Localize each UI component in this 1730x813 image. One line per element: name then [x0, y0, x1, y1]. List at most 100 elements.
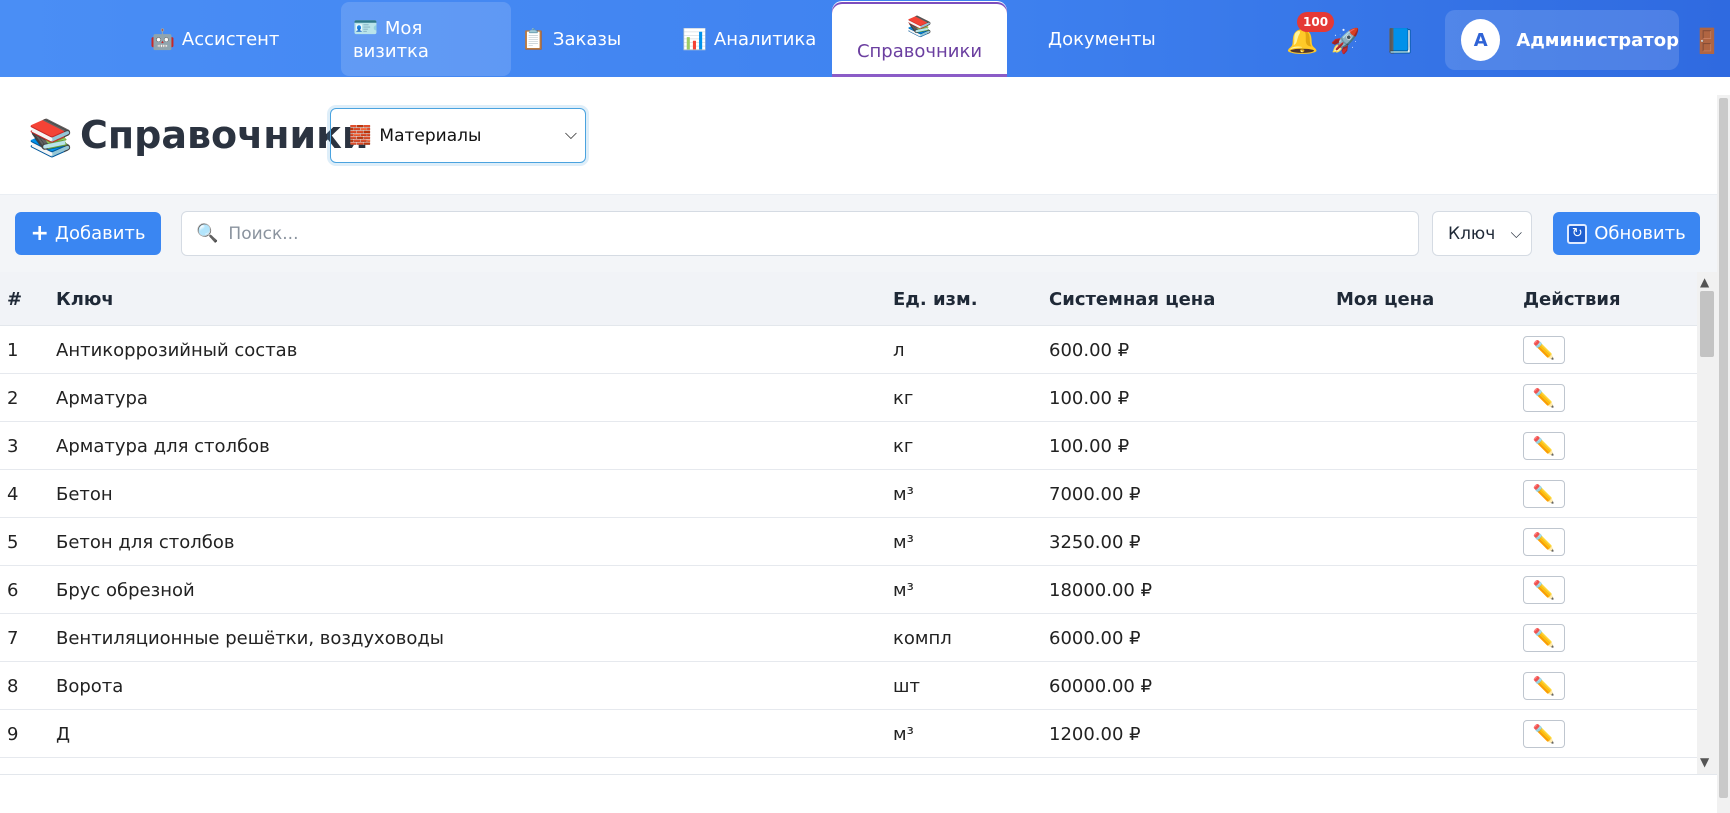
row-actions: ✏️: [1523, 422, 1565, 470]
table-row: 7 Вентиляционные решётки, воздуховоды комп…: [0, 614, 1697, 662]
pencil-icon: ✏️: [1532, 723, 1556, 745]
nav-assistant[interactable]: 🤖 Ассистент: [150, 2, 279, 76]
chevron-down-icon: ⌵: [1510, 224, 1522, 242]
page-title: Справочники: [80, 113, 369, 157]
row-key: Арматура: [56, 387, 148, 409]
edit-button[interactable]: ✏️: [1523, 672, 1565, 700]
row-unit: м³: [893, 579, 914, 601]
nav-documents-label: Документы: [1048, 28, 1156, 50]
toolbar: + Добавить 🔍 Ключ ⌵ ↻ Обновить: [0, 195, 1730, 272]
table-row: 5 Бетон для столбов м³ 3250.00 ₽ ✏️: [0, 518, 1697, 566]
row-actions: ✏️: [1523, 518, 1565, 566]
chevron-down-icon: ⌵: [564, 124, 577, 143]
user-menu[interactable]: А Администратор: [1445, 10, 1679, 70]
nav-orders-label: Заказы: [552, 28, 622, 50]
column-header-number: #: [7, 288, 23, 310]
pencil-icon: ✏️: [1532, 627, 1556, 649]
row-number: 8: [7, 675, 19, 697]
row-key: Брус обрезной: [56, 579, 195, 601]
scroll-up-arrow-icon[interactable]: ▲: [1700, 275, 1709, 289]
edit-button[interactable]: ✏️: [1523, 480, 1565, 508]
table-footer-area: [0, 774, 1717, 813]
page-header: 📚 Справочники 🧱 Материалы ⌵: [0, 77, 1730, 195]
page-scrollbar-thumb[interactable]: [1719, 98, 1728, 798]
row-system-price: 60000.00 ₽: [1049, 675, 1153, 697]
nav-analytics-label: Аналитика: [713, 28, 817, 50]
nav-assistant-label: Ассистент: [181, 28, 280, 50]
edit-button[interactable]: ✏️: [1523, 576, 1565, 604]
row-actions: ✏️: [1523, 326, 1565, 374]
rocket-icon[interactable]: 🚀: [1330, 27, 1360, 55]
row-number: 5: [7, 531, 19, 553]
add-button[interactable]: + Добавить: [15, 212, 161, 255]
clipboard-icon: 📋: [521, 27, 546, 51]
search-input[interactable]: [228, 223, 1379, 244]
notification-count-badge: 100: [1297, 12, 1335, 32]
nav-references-active[interactable]: 📚 Справочники: [832, 2, 1007, 77]
edit-button[interactable]: ✏️: [1523, 720, 1565, 748]
row-unit: м³: [893, 723, 914, 745]
column-header-actions: Действия: [1523, 288, 1621, 310]
row-actions: ✏️: [1523, 614, 1565, 662]
nav-analytics[interactable]: 📊 Аналитика: [682, 2, 816, 76]
pencil-icon: ✏️: [1532, 531, 1556, 553]
row-unit: л: [893, 339, 905, 361]
table-row: 9 Дм³ 1200.00 ₽ ✏️: [0, 710, 1697, 758]
edit-button[interactable]: ✏️: [1523, 432, 1565, 460]
row-actions: ✏️: [1523, 470, 1565, 518]
directory-select[interactable]: 🧱 Материалы ⌵: [330, 108, 586, 163]
books-icon: 📚: [907, 14, 932, 38]
column-header-key[interactable]: Ключ: [56, 272, 114, 326]
user-name: Администратор: [1516, 29, 1679, 51]
column-header-system-price[interactable]: Системная цена: [1049, 272, 1215, 326]
table-scrollbar-thumb[interactable]: [1700, 291, 1714, 357]
row-system-price: 6000.00 ₽: [1049, 627, 1141, 649]
row-system-price: 1200.00 ₽: [1049, 723, 1141, 745]
row-key: Вентиляционные решётки, воздуховоды: [56, 627, 444, 649]
robot-icon: 🤖: [150, 27, 175, 51]
edit-button[interactable]: ✏️: [1523, 528, 1565, 556]
row-actions: ✏️: [1523, 662, 1565, 710]
row-number: 4: [7, 483, 19, 505]
column-header-my-price[interactable]: Моя цена: [1336, 272, 1434, 326]
row-actions: ✏️: [1523, 710, 1565, 758]
id-card-icon: 🪪: [353, 14, 378, 39]
row-key: Бетон для столбов: [56, 531, 235, 553]
nav-card-label-line1: Моя: [384, 17, 423, 39]
pencil-icon: ✏️: [1532, 483, 1556, 505]
book-icon[interactable]: 📘: [1385, 27, 1415, 55]
row-number: 9: [7, 723, 19, 745]
pencil-icon: ✏️: [1532, 579, 1556, 601]
table-row: 1 Антикоррозийный состав л 600.00 ₽ ✏️: [0, 326, 1697, 374]
row-unit: м³: [893, 483, 914, 505]
row-number: 2: [7, 387, 19, 409]
column-header-unit[interactable]: Ед. изм.: [893, 272, 978, 326]
nav-references-label: Справочники: [856, 41, 983, 62]
row-unit: кг: [893, 387, 914, 409]
scroll-down-arrow-icon[interactable]: ▼: [1700, 755, 1709, 769]
nav-card-label-line2: визитка: [353, 40, 429, 62]
row-unit: кг: [893, 435, 914, 457]
search-box: 🔍: [181, 211, 1419, 256]
row-system-price: 3250.00 ₽: [1049, 531, 1141, 553]
logout-door-icon[interactable]: 🚪: [1692, 27, 1722, 55]
nav-business-card[interactable]: 🪪 Моя визитка: [341, 2, 511, 76]
row-key: Д: [56, 723, 71, 745]
edit-button[interactable]: ✏️: [1523, 336, 1565, 364]
brick-icon: 🧱: [349, 125, 372, 146]
plus-icon: +: [30, 221, 49, 246]
nav-orders[interactable]: 📋 Заказы: [521, 2, 621, 76]
row-system-price: 100.00 ₽: [1049, 387, 1130, 409]
search-icon: 🔍: [196, 223, 219, 244]
row-number: 7: [7, 627, 19, 649]
edit-button[interactable]: ✏️: [1523, 384, 1565, 412]
table-header: # Ключ Ед. изм. Системная цена Моя цена …: [0, 272, 1697, 326]
pencil-icon: ✏️: [1532, 675, 1556, 697]
edit-button[interactable]: ✏️: [1523, 624, 1565, 652]
refresh-button[interactable]: ↻ Обновить: [1553, 212, 1700, 255]
nav-documents[interactable]: Документы: [1048, 2, 1156, 76]
table-row: 4 Бетон м³ 7000.00 ₽ ✏️: [0, 470, 1697, 518]
sort-select[interactable]: Ключ ⌵: [1432, 211, 1532, 256]
directory-select-value: Материалы: [379, 125, 482, 146]
pencil-icon: ✏️: [1532, 435, 1556, 457]
